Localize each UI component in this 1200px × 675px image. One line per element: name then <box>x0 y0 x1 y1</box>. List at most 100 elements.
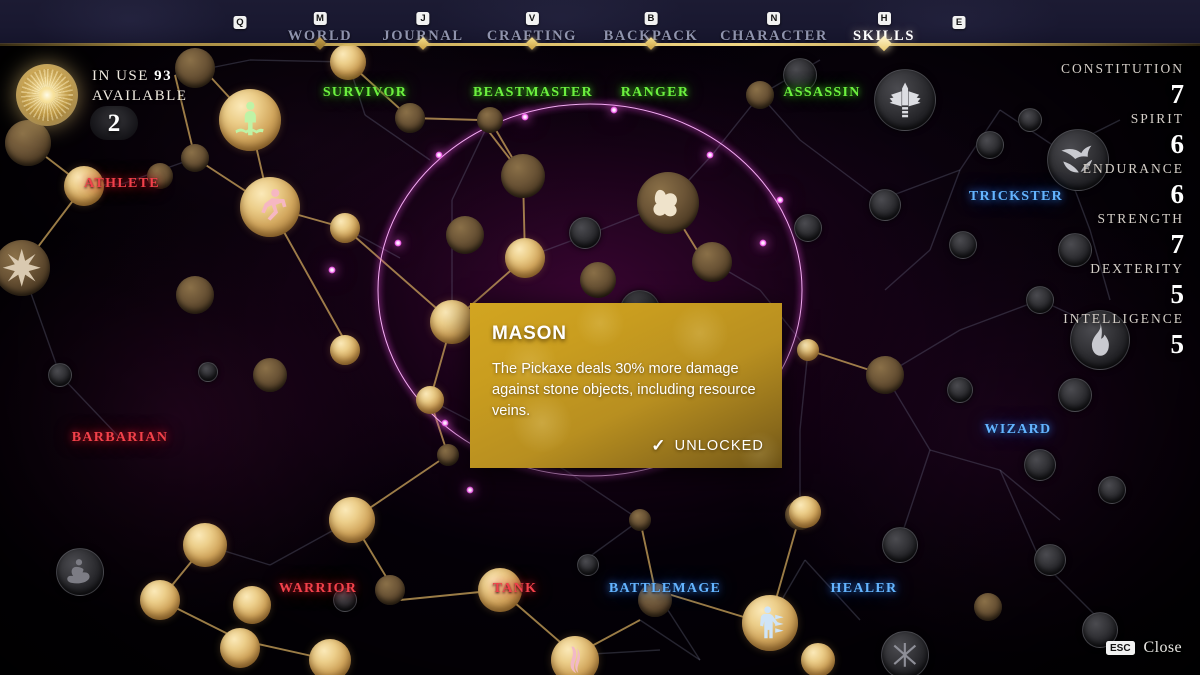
skill-node[interactable] <box>501 154 545 198</box>
skill-node[interactable] <box>742 595 798 651</box>
skill-node[interactable] <box>1098 476 1126 504</box>
skill-node[interactable] <box>692 242 732 282</box>
skill-node-disc <box>395 103 425 133</box>
skill-points-text: IN USE 93 AVAILABLE <box>92 66 187 106</box>
attribute-name: SPIRIT <box>954 112 1184 126</box>
skill-node[interactable] <box>140 580 180 620</box>
skill-node[interactable] <box>637 172 699 234</box>
class-label-warrior: WARRIOR <box>279 582 357 596</box>
skill-node[interactable] <box>1034 544 1066 576</box>
skill-node-disc <box>742 595 798 651</box>
attribute-endurance: ENDURANCE6 <box>954 162 1184 212</box>
class-label-wizard: WIZARD <box>985 423 1052 437</box>
skill-node[interactable] <box>446 216 484 254</box>
skill-node[interactable] <box>183 523 227 567</box>
check-icon: ✓ <box>651 437 666 454</box>
skill-node-disc <box>233 586 271 624</box>
in-use-line: IN USE 93 <box>92 66 187 86</box>
arc-spark-icon <box>707 152 714 159</box>
skills-screen: SURVIVORBEASTMASTERRANGERASSASSINATHLETE… <box>0 0 1200 675</box>
skill-node[interactable] <box>329 497 375 543</box>
skill-node-selected[interactable] <box>505 238 545 278</box>
skill-node-disc <box>692 242 732 282</box>
skill-node[interactable] <box>580 262 616 298</box>
skill-node[interactable] <box>330 44 366 80</box>
attributes-panel: CONSTITUTION7SPIRIT6ENDURANCE6STRENGTH7D… <box>954 62 1184 362</box>
skill-node-disc <box>569 217 601 249</box>
skill-node[interactable] <box>869 189 901 221</box>
nav-item-key-q[interactable]: Q <box>234 12 247 33</box>
skill-node[interactable] <box>746 81 774 109</box>
skill-node-disc <box>181 144 209 172</box>
skill-node[interactable] <box>1058 378 1092 412</box>
skill-node[interactable] <box>974 593 1002 621</box>
arc-spark-icon <box>611 107 618 114</box>
skill-link <box>1000 470 1040 560</box>
class-label-battlemage: BATTLEMAGE <box>609 582 721 596</box>
skill-node[interactable] <box>330 335 360 365</box>
skill-node[interactable] <box>874 69 936 131</box>
nav-item-key-e[interactable]: E <box>953 12 966 33</box>
skill-node[interactable] <box>477 107 503 133</box>
skill-node[interactable] <box>48 363 72 387</box>
attribute-name: INTELLIGENCE <box>954 312 1184 326</box>
skill-node-disc <box>240 177 300 237</box>
skill-node[interactable] <box>181 144 209 172</box>
skill-node[interactable] <box>947 377 973 403</box>
esc-keycap: ESC <box>1106 641 1135 656</box>
skill-link <box>640 620 700 660</box>
skill-node-disc <box>1058 378 1092 412</box>
skill-node-disc <box>974 593 1002 621</box>
skill-node[interactable] <box>416 386 444 414</box>
skill-node[interactable] <box>881 631 929 675</box>
available-points-badge: 2 <box>90 106 138 140</box>
keycap-b: B <box>644 12 657 26</box>
skill-node-disc <box>375 575 405 605</box>
nav-items[interactable]: QMWORLDJJOURNALVCRAFTINGBBACKPACKNCHARAC… <box>0 0 1200 44</box>
skill-node[interactable] <box>395 103 425 133</box>
attribute-value: 6 <box>954 131 1184 158</box>
skill-node[interactable] <box>1024 449 1056 481</box>
skill-node-disc <box>580 262 616 298</box>
skill-node[interactable] <box>629 509 651 531</box>
skill-node-disc <box>629 509 651 531</box>
skill-node[interactable] <box>198 362 218 382</box>
skill-node[interactable] <box>220 628 260 668</box>
skill-node[interactable] <box>866 356 904 394</box>
arc-spark-icon <box>436 152 443 159</box>
skill-node-disc <box>794 214 822 242</box>
skill-node[interactable] <box>240 177 300 237</box>
skill-node-disc <box>48 363 72 387</box>
keycap-h: H <box>878 12 891 26</box>
skill-node-disc <box>309 639 351 675</box>
skill-node[interactable] <box>797 339 819 361</box>
close-hint[interactable]: ESC Close <box>1106 639 1182 657</box>
arc-spark-icon <box>777 197 784 204</box>
arc-spark-icon <box>329 267 336 274</box>
skill-node-disc <box>198 362 218 382</box>
attribute-value: 7 <box>954 81 1184 108</box>
skill-node[interactable] <box>882 527 918 563</box>
tooltip-description: The Pickaxe deals 30% more damage agains… <box>492 359 760 422</box>
skill-node[interactable] <box>330 213 360 243</box>
skill-node[interactable] <box>801 643 835 675</box>
keycap-m: M <box>314 12 327 26</box>
skill-node-selected[interactable] <box>430 300 474 344</box>
skill-node[interactable] <box>253 358 287 392</box>
keycap-v: V <box>525 12 538 26</box>
class-label-assassin: ASSASSIN <box>783 86 860 100</box>
skill-node[interactable] <box>794 214 822 242</box>
skill-node[interactable] <box>176 276 214 314</box>
attribute-name: DEXTERITY <box>954 262 1184 276</box>
skill-node[interactable] <box>233 586 271 624</box>
skill-node-disc <box>329 497 375 543</box>
skill-node[interactable] <box>56 548 104 596</box>
skill-node[interactable] <box>437 444 459 466</box>
skill-node[interactable] <box>375 575 405 605</box>
skill-node[interactable] <box>577 554 599 576</box>
nav-item-character[interactable]: NCHARACTER <box>720 8 828 44</box>
skill-node[interactable] <box>789 496 821 528</box>
skill-node-disc <box>330 213 360 243</box>
skill-node[interactable] <box>569 217 601 249</box>
skill-node[interactable] <box>309 639 351 675</box>
